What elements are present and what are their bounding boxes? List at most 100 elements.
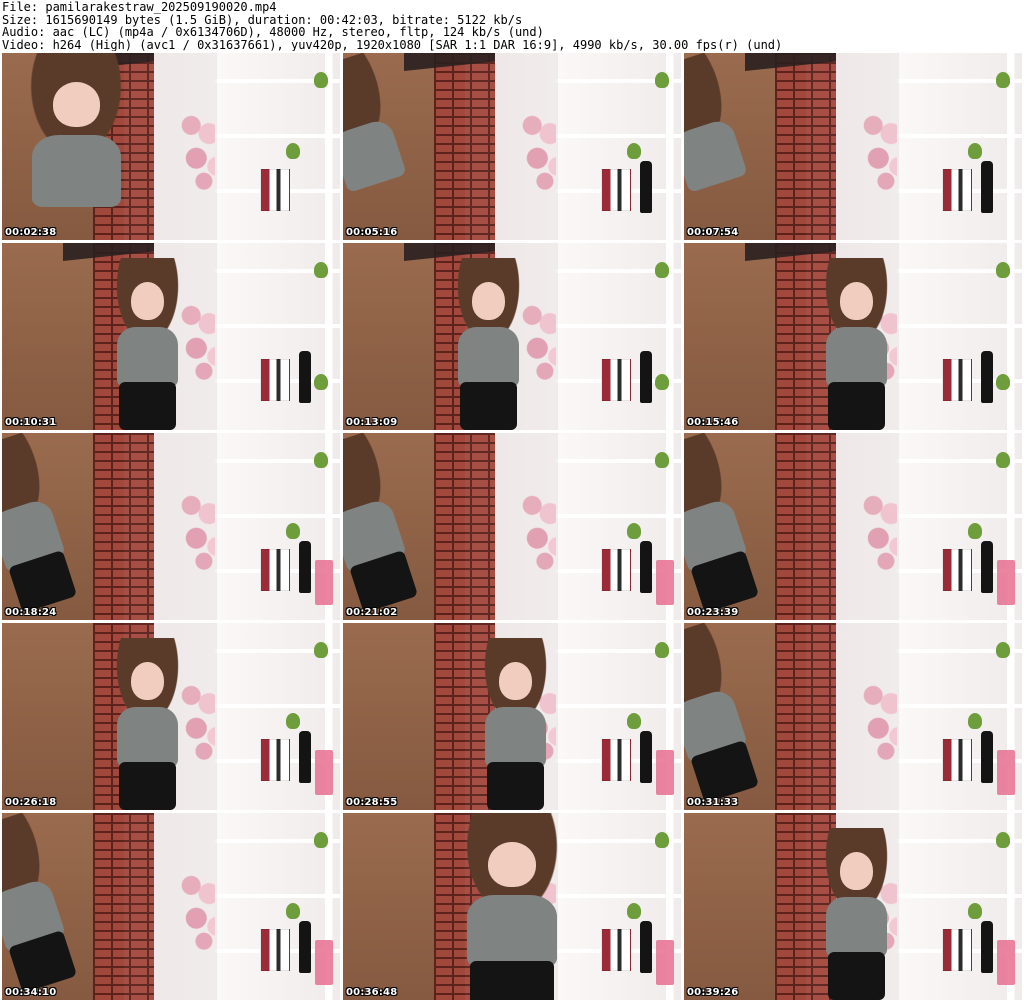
pink-pillow	[997, 940, 1015, 986]
pink-pillow	[315, 560, 333, 606]
spray-bottle	[640, 731, 653, 784]
torso	[825, 326, 887, 387]
thumbnail: 00:13:09	[343, 243, 681, 430]
timestamp: 00:36:48	[346, 987, 398, 998]
timestamp: 00:34:10	[5, 987, 57, 998]
plant-icon	[995, 451, 1010, 468]
thumbnail-image	[2, 53, 340, 240]
legs	[827, 381, 885, 430]
brick-wall	[775, 623, 837, 810]
torso	[484, 706, 546, 767]
spray-bottle	[981, 921, 994, 974]
plant-icon	[968, 902, 982, 919]
bookshelf	[214, 243, 340, 430]
timestamp: 00:13:09	[346, 417, 398, 428]
thumbnail: 00:26:18	[2, 623, 340, 810]
bookshelf	[896, 53, 1022, 240]
audio-line: Audio: aac (LC) (mp4a / 0x6134706D), 480…	[2, 25, 544, 40]
timestamp: 00:28:55	[346, 797, 398, 808]
book-stack	[941, 738, 972, 781]
video-line: Video: h264 (High) (avc1 / 0x31637661), …	[2, 37, 783, 51]
plant-icon	[968, 142, 982, 159]
person-figure	[465, 637, 566, 810]
bookshelf	[214, 433, 340, 620]
thumbnail-grid: 00:02:38 00:05:16 00:07:54 00:10:31 00:1…	[2, 53, 1022, 1001]
timestamp: 00:26:18	[5, 797, 57, 808]
torso	[825, 896, 887, 957]
person-figure	[2, 53, 151, 240]
thumbnail: 00:02:38	[2, 53, 340, 240]
person-figure	[97, 637, 198, 810]
book-stack	[600, 548, 631, 591]
brick-wall	[434, 433, 496, 620]
thumbnail: 00:18:24	[2, 433, 340, 620]
thumbnail-image	[343, 813, 681, 1000]
legs	[459, 381, 517, 430]
plant-icon	[313, 71, 328, 88]
torso	[457, 326, 519, 387]
plant-icon	[627, 902, 641, 919]
spray-bottle	[640, 161, 653, 214]
thumbnail-image	[2, 623, 340, 810]
thumbnail: 00:23:39	[684, 433, 1022, 620]
plant-icon	[286, 522, 300, 539]
thumbnail: 00:36:48	[343, 813, 681, 1000]
person-figure	[806, 257, 907, 430]
plant-icon	[995, 641, 1010, 658]
bookshelf	[896, 243, 1022, 430]
pink-pillow	[997, 560, 1015, 606]
plant-icon	[654, 641, 669, 658]
pink-pillow	[656, 940, 674, 986]
pink-pillow	[997, 750, 1015, 796]
spray-bottle	[640, 921, 653, 974]
face	[131, 282, 164, 320]
legs	[486, 761, 544, 810]
pink-pillow	[656, 560, 674, 606]
plant-icon	[286, 142, 300, 159]
plant-icon	[654, 831, 669, 848]
torso	[116, 706, 178, 767]
thumbnail: 00:21:02	[343, 433, 681, 620]
plant-icon	[654, 261, 669, 278]
thumbnail: 00:31:33	[684, 623, 1022, 810]
spray-bottle	[299, 541, 312, 594]
spray-bottle	[981, 731, 994, 784]
plant-icon	[627, 142, 641, 159]
plant-icon	[995, 831, 1010, 848]
book-stack	[259, 358, 290, 401]
legs	[118, 381, 176, 430]
legs	[827, 951, 885, 1000]
face	[840, 852, 873, 890]
book-stack	[941, 168, 972, 211]
pink-pillow	[315, 750, 333, 796]
pink-pillow	[656, 750, 674, 796]
face	[52, 81, 101, 128]
person-figure	[97, 257, 198, 430]
thumbnail: 00:10:31	[2, 243, 340, 430]
spray-bottle	[640, 541, 653, 594]
book-stack	[941, 928, 972, 971]
face	[131, 662, 164, 700]
thumbnail-image	[684, 243, 1022, 430]
plant-icon	[313, 373, 328, 390]
plant-icon	[995, 261, 1010, 278]
spray-bottle	[299, 731, 312, 784]
face	[840, 282, 873, 320]
timestamp: 00:10:31	[5, 417, 57, 428]
brick-wall	[93, 433, 155, 620]
thumbnail: 00:15:46	[684, 243, 1022, 430]
person-figure	[806, 827, 907, 1000]
bookshelf	[896, 433, 1022, 620]
spray-bottle	[981, 351, 994, 404]
thumbnail-image	[2, 813, 340, 1000]
plant-icon	[654, 373, 669, 390]
thumbnail-image	[343, 243, 681, 430]
bookshelf	[555, 53, 681, 240]
plant-icon	[654, 71, 669, 88]
brick-wall	[775, 53, 837, 240]
legs	[118, 761, 176, 810]
book-stack	[600, 738, 631, 781]
timestamp: 00:31:33	[687, 797, 739, 808]
spray-bottle	[981, 161, 994, 214]
face	[472, 282, 505, 320]
